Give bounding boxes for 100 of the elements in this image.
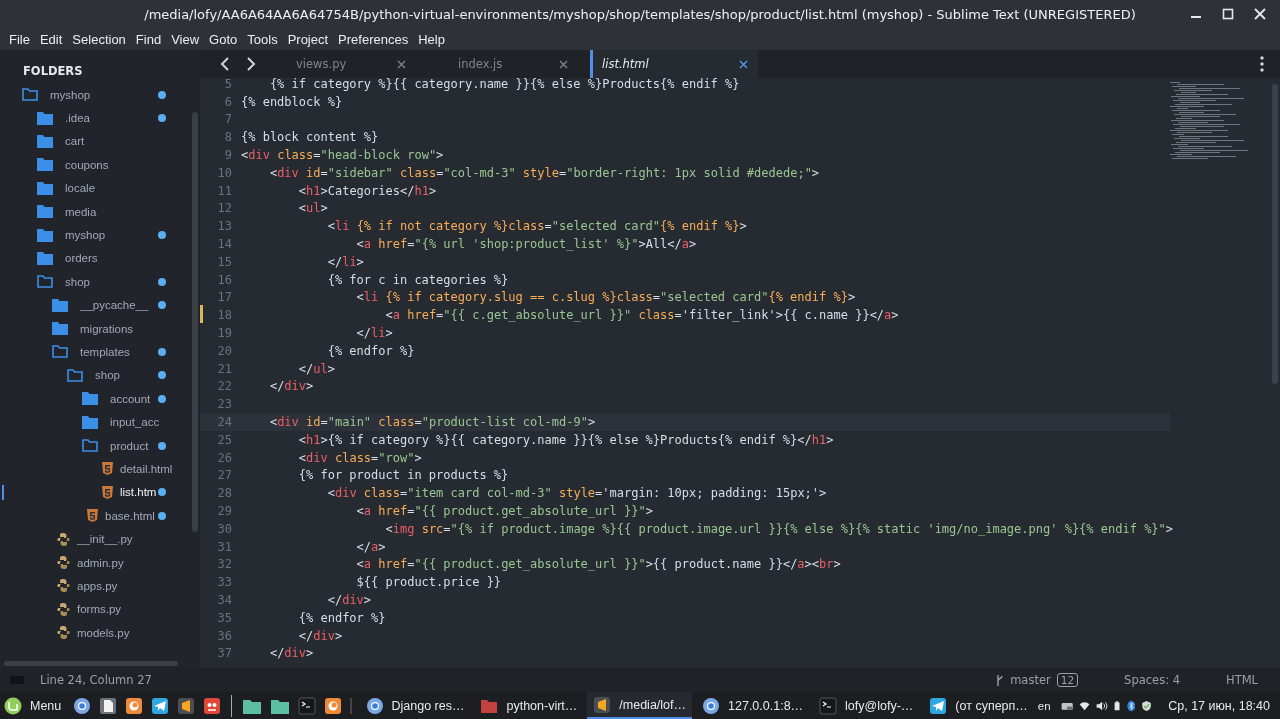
start-menu-button[interactable]: Menu [4,696,62,715]
tree-item[interactable]: forms.py [0,597,200,621]
menu-item[interactable]: Find [134,31,170,47]
line-number: 20 [217,343,232,358]
tree-item[interactable]: shop [0,363,200,388]
line-number: 7 [224,112,232,127]
tree-item[interactable]: coupons [0,153,200,177]
line-number: 5 [224,78,232,91]
code-line: <div class="head-block row"> [241,148,444,163]
tree-item[interactable]: orders [0,246,200,271]
scrollbar[interactable] [4,661,178,666]
tree-item[interactable]: account [0,387,200,411]
code-line: {% for product in products %} [297,468,509,483]
changes-count: 12 [1056,673,1079,687]
line-number: 21 [217,361,232,376]
launcher-document-icon[interactable] [99,696,118,715]
tree-item[interactable]: detail.html [0,457,200,481]
code-line: {% endfor %} [297,610,386,625]
taskbar-window[interactable]: lofy@lofy-… [813,692,920,719]
tree-item[interactable]: __init__.py [0,527,200,551]
scrollbar[interactable] [192,112,198,532]
launcher-paper-plane-icon[interactable] [151,696,170,715]
tree-item-label: __pycache__ [80,299,149,312]
line-number: 29 [217,504,232,518]
window-terminal-icon [819,696,838,715]
clock[interactable]: Ср, 17 июн, 18:40 [1168,698,1270,713]
menu-item[interactable]: Tools [246,31,286,47]
tree-item[interactable]: models.py [0,621,200,645]
launcher-fox-icon[interactable] [324,696,343,715]
taskbar-window[interactable]: python-virt… [474,692,584,719]
tab[interactable]: index.js [428,50,578,78]
menu-item[interactable]: Help [417,31,453,47]
line-number: 30 [217,521,232,536]
tree-item[interactable]: product [0,433,200,458]
launcher-globe-icon[interactable] [73,696,92,715]
menu-item[interactable]: View [170,31,208,47]
tree-item[interactable]: .idea [0,106,200,130]
tree-item[interactable]: list.htm [0,480,200,505]
code-line: </div> [268,379,314,394]
tree-item[interactable]: myshop [0,83,200,107]
syntax-name[interactable]: HTML [1226,673,1258,687]
html-file-icon [102,485,113,499]
code-line: </ul> [297,361,335,376]
tree-item[interactable]: migrations [0,316,200,341]
tree-item[interactable]: cart [0,129,200,154]
tree-item[interactable]: admin.py [0,550,200,575]
close-icon[interactable] [559,59,568,69]
tree-item[interactable]: input_acc [0,410,200,434]
tree-item-label: input_acc [110,416,160,429]
git-branch[interactable]: master [1010,673,1051,687]
close-icon[interactable] [397,59,406,69]
keyboard-layout[interactable]: en [1037,699,1051,712]
taskbar-window[interactable]: /media/lof… [587,692,693,719]
menu-item[interactable]: Project [286,31,337,47]
line-number: 11 [217,183,232,198]
launcher-fox-icon[interactable] [125,696,144,715]
tree-item[interactable]: templates [0,340,200,364]
launcher-app-icon[interactable] [203,696,222,715]
tree-item[interactable]: locale [0,176,200,200]
code-line: ${{ product.price }} [355,575,502,590]
tree-item-label: cart [65,135,85,148]
code-line: </div> [326,593,372,607]
menu-item[interactable]: Selection [71,31,134,47]
menu-item[interactable]: Edit [38,31,71,47]
tree-item[interactable]: base.html [0,504,200,528]
taskbar-window[interactable]: (от суперп… [923,692,1034,719]
code-line: <div id="sidebar" class="col-md-3" style="border-right: 1px solid #dedede;"> [268,165,820,180]
tab[interactable]: views.py [266,50,416,78]
indentation[interactable]: Spaces: 4 [1124,673,1180,687]
launcher-terminal-icon[interactable] [298,696,317,715]
tree-item[interactable]: apps.py [0,574,200,598]
tree-item[interactable]: myshop [0,223,200,247]
code-line: <li {% if not category %}class="selected card"{% endif %}> [326,219,747,234]
back-icon[interactable] [220,57,230,71]
launcher-sublime-icon[interactable] [177,696,196,715]
maximize-icon[interactable] [1222,8,1234,20]
tree-item[interactable]: shop [0,270,200,294]
code-line: <li {% if category.slug == c.slug %}class="selected card"{% endif %}> [355,290,856,305]
forward-icon[interactable] [246,57,256,71]
tab[interactable]: list.html [590,50,758,78]
tree-item-label: product [110,439,149,452]
close-icon[interactable] [739,59,748,69]
taskbar-window[interactable]: 127.0.0.1:8… [696,692,810,719]
menu-item[interactable]: File [8,31,38,47]
code-line: <h1>Categories</h1> [297,183,437,198]
code-line: {% endfor %} [326,343,415,358]
menu-item[interactable]: Preferences [337,31,417,47]
tree-item-label: .idea [65,112,90,125]
line-number: 26 [217,450,232,465]
code-line: <div class="item card col-md-3" style='margin: 10px; padding: 15px;'> [326,486,827,501]
tree-item[interactable]: media [0,199,200,224]
line-number: 33 [217,575,232,590]
tree-item-label: myshop [65,229,106,242]
tree-item-label: forms.py [77,603,122,616]
menu-item[interactable]: Goto [208,31,246,47]
tree-item[interactable]: __pycache__ [0,293,200,317]
taskbar-window[interactable]: Django res… [359,692,471,719]
code-line: <a href="{{ product.get_absolute_url }}">{{ product.name }}</a><br> [355,557,841,572]
more-icon[interactable] [1260,56,1264,72]
html-file-icon [102,462,113,476]
